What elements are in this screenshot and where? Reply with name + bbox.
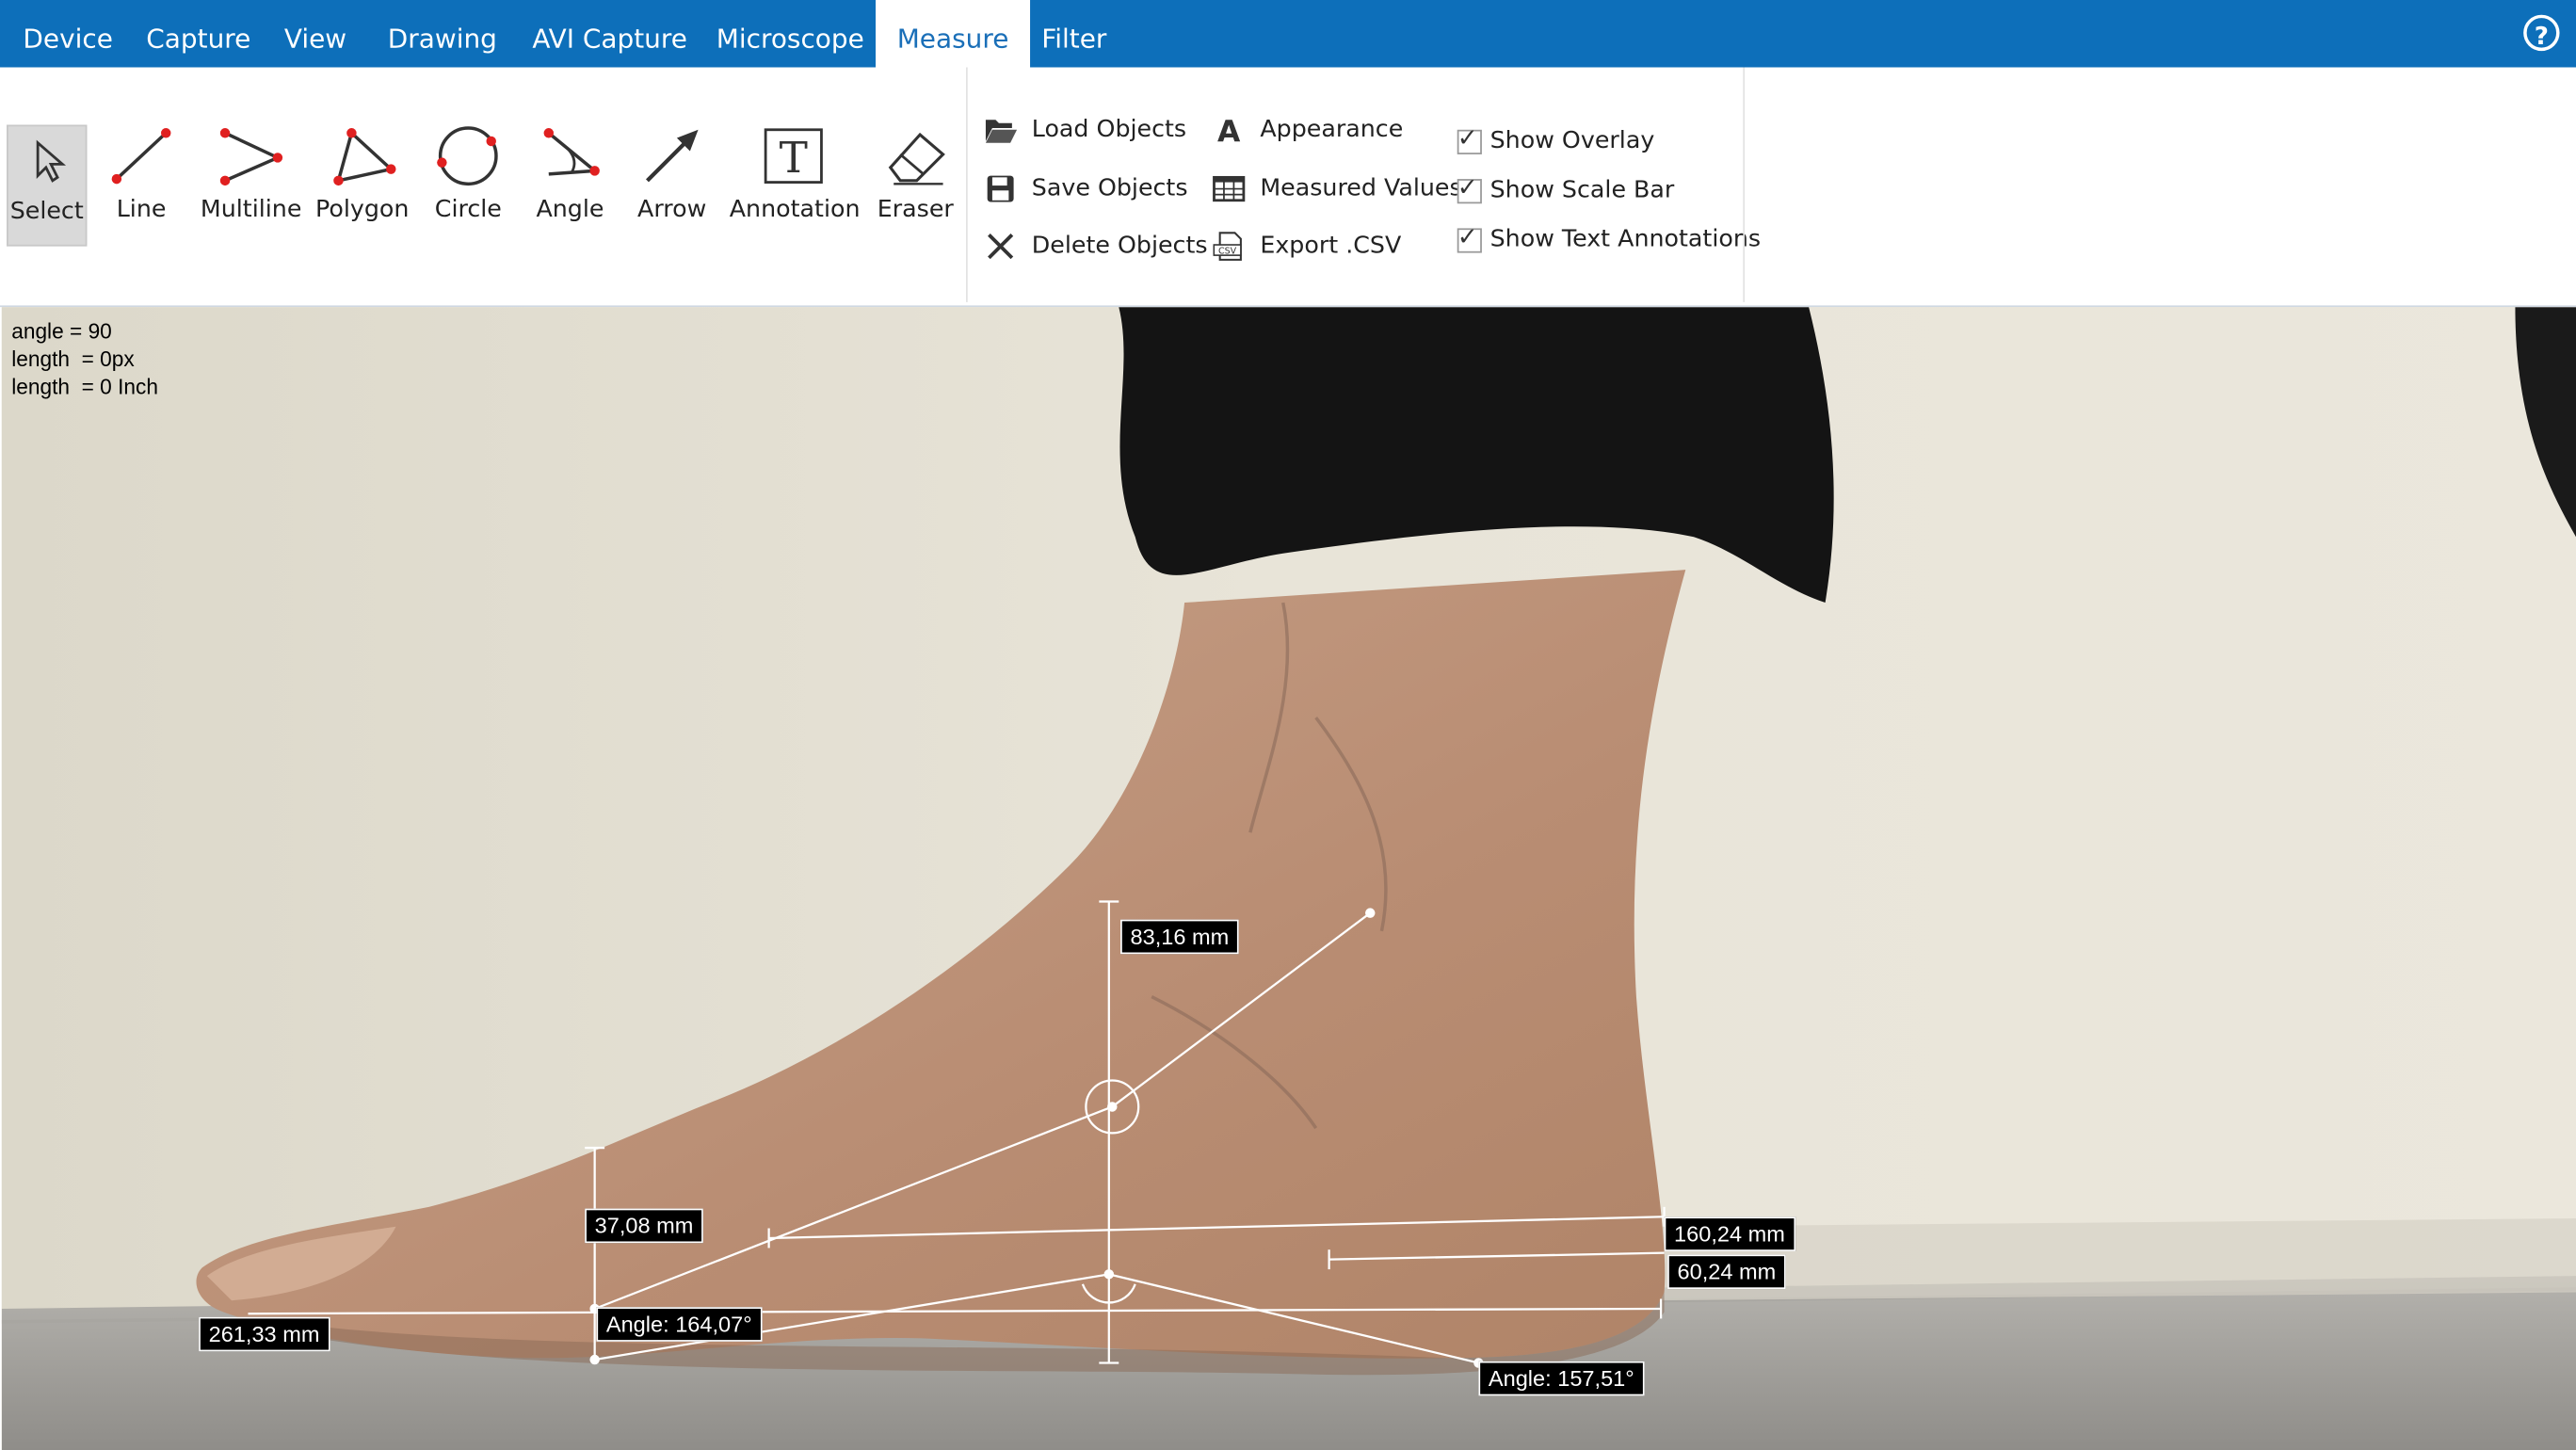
tool-eraser-label: Eraser	[877, 197, 954, 224]
readout-length-inch: length = 0 Inch	[11, 374, 158, 399]
close-icon	[984, 230, 1017, 263]
measurement-label[interactable]: Angle: 164,07°	[596, 1307, 763, 1342]
svg-text:A: A	[1217, 115, 1241, 144]
load-objects-label: Load Objects	[1031, 116, 1187, 143]
readout-angle: angle = 90	[11, 318, 112, 344]
show-scale-bar-label: Show Scale Bar	[1489, 177, 1675, 204]
tool-line[interactable]: Line	[102, 125, 181, 247]
appearance-label: Appearance	[1260, 116, 1404, 143]
ribbon-separator	[1743, 67, 1746, 302]
tool-polygon[interactable]: Polygon	[315, 125, 410, 247]
save-objects-label: Save Objects	[1031, 175, 1188, 202]
tool-circle[interactable]: Circle	[430, 125, 506, 247]
delete-objects-button[interactable]: Delete Objects	[984, 225, 1208, 267]
polygon-icon	[333, 128, 396, 186]
show-text-annotations-label: Show Text Annotations	[1489, 226, 1762, 253]
measured-values-label: Measured Values	[1260, 175, 1462, 202]
measured-values-button[interactable]: Measured Values	[1213, 168, 1462, 210]
text-icon: T	[764, 128, 823, 184]
menu-microscope[interactable]: Microscope	[716, 0, 864, 68]
appearance-button[interactable]: A Appearance	[1213, 108, 1404, 151]
measurement-label[interactable]: 37,08 mm	[585, 1208, 703, 1244]
tool-multiline-label: Multiline	[200, 197, 302, 224]
readout-length-px: length = 0px	[11, 346, 135, 372]
checkmark-icon: ✓	[1457, 220, 1478, 250]
menu-view[interactable]: View	[284, 0, 346, 68]
menu-bar: Device Capture View Drawing AVI Capture …	[0, 0, 2576, 68]
menu-avi-capture[interactable]: AVI Capture	[532, 0, 687, 68]
svg-text:CSV: CSV	[1218, 247, 1237, 257]
tool-annotation[interactable]: T Annotation	[729, 125, 861, 247]
tool-select-label: Select	[9, 199, 84, 225]
tool-angle[interactable]: Angle	[534, 125, 606, 247]
multiline-icon	[219, 128, 283, 186]
font-a-icon: A	[1213, 113, 1246, 146]
load-objects-button[interactable]: Load Objects	[984, 108, 1186, 151]
measurement-overlay[interactable]	[2, 307, 2576, 1450]
measurement-label[interactable]: Angle: 157,51°	[1478, 1361, 1645, 1396]
angle-icon	[543, 128, 600, 176]
menu-drawing[interactable]: Drawing	[388, 0, 497, 68]
menu-filter[interactable]: Filter	[1041, 0, 1106, 68]
show-scale-bar-checkbox[interactable]: ✓ Show Scale Bar	[1457, 171, 1675, 208]
show-overlay-checkbox[interactable]: ✓ Show Overlay	[1457, 122, 1655, 159]
measurement-label[interactable]: 261,33 mm	[199, 1316, 330, 1352]
delete-objects-label: Delete Objects	[1031, 233, 1208, 260]
tool-circle-label: Circle	[434, 197, 502, 224]
tool-line-label: Line	[116, 197, 167, 224]
floppy-disk-icon	[984, 172, 1017, 205]
tool-annotation-label: Annotation	[729, 197, 861, 224]
ribbon: Select Line Multiline Polygon Circle Ang…	[0, 67, 2576, 308]
cursor-icon	[35, 139, 66, 183]
circle-icon	[437, 126, 498, 186]
folder-open-icon	[984, 113, 1018, 146]
measurement-label[interactable]: 60,24 mm	[1667, 1254, 1786, 1290]
export-csv-label: Export .CSV	[1260, 233, 1402, 260]
export-csv-button[interactable]: CSV Export .CSV	[1213, 225, 1402, 267]
checkmark-icon: ✓	[1457, 121, 1478, 153]
image-canvas[interactable]: angle = 90 length = 0px length = 0 Inch …	[1, 307, 2576, 1450]
measurement-label[interactable]: 160,24 mm	[1664, 1216, 1795, 1251]
tool-arrow-label: Arrow	[637, 197, 707, 224]
ribbon-separator	[966, 67, 968, 302]
checkbox-checked[interactable]: ✓	[1457, 122, 1482, 154]
eraser-icon	[888, 132, 945, 185]
svg-text:T: T	[780, 133, 808, 183]
show-overlay-label: Show Overlay	[1489, 128, 1655, 154]
checkbox-checked[interactable]: ✓	[1457, 221, 1482, 252]
table-icon	[1213, 172, 1246, 205]
tool-arrow[interactable]: Arrow	[635, 125, 710, 247]
menu-device[interactable]: Device	[23, 0, 112, 68]
checkbox-checked[interactable]: ✓	[1457, 171, 1482, 203]
tool-angle-label: Angle	[536, 197, 604, 224]
menu-capture[interactable]: Capture	[146, 0, 250, 68]
tool-select[interactable]: Select	[6, 124, 88, 247]
cursor-readout: angle = 90 length = 0px length = 0 Inch	[11, 317, 158, 401]
tool-eraser[interactable]: Eraser	[877, 125, 954, 247]
show-text-annotations-checkbox[interactable]: ✓ Show Text Annotations	[1457, 221, 1761, 257]
menu-measure[interactable]: Measure	[876, 0, 1031, 68]
tool-multiline[interactable]: Multiline	[200, 125, 302, 247]
line-icon	[111, 128, 171, 185]
measurement-label[interactable]: 83,16 mm	[1120, 919, 1239, 955]
checkmark-icon: ✓	[1457, 171, 1478, 201]
csv-file-icon: CSV	[1213, 230, 1246, 263]
tool-polygon-label: Polygon	[315, 197, 410, 224]
save-objects-button[interactable]: Save Objects	[984, 168, 1188, 210]
help-icon[interactable]: ?	[2523, 14, 2560, 52]
arrow-icon	[646, 129, 699, 183]
